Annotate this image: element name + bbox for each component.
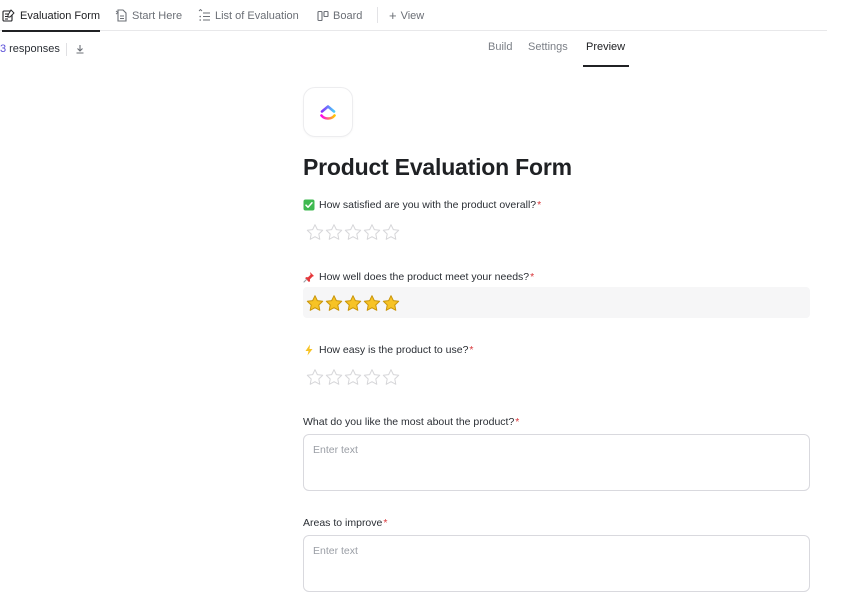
tab-label: Board xyxy=(333,9,363,22)
tab-label: Start Here xyxy=(132,9,183,22)
tab-build[interactable]: Build xyxy=(488,41,512,53)
question-text: How easy is the product to use? xyxy=(319,344,469,356)
board-icon xyxy=(317,10,329,22)
question-text: How well does the product meet your need… xyxy=(319,271,530,283)
star-empty-icon[interactable] xyxy=(382,368,400,386)
tab-settings[interactable]: Settings xyxy=(528,41,568,53)
rating-ease-of-use[interactable] xyxy=(303,361,810,392)
question-label: How well does the product meet your need… xyxy=(303,271,534,283)
plus-icon: + xyxy=(389,8,397,23)
question-text: What do you like the most about the prod… xyxy=(303,416,515,428)
active-tab-indicator xyxy=(583,65,629,67)
star-empty-icon[interactable] xyxy=(306,368,324,386)
star-filled-icon[interactable] xyxy=(344,294,362,312)
star-empty-icon[interactable] xyxy=(344,368,362,386)
form-title: Product Evaluation Form xyxy=(303,154,572,180)
add-view-label: View xyxy=(400,9,425,22)
star-filled-icon[interactable] xyxy=(363,294,381,312)
star-filled-icon[interactable] xyxy=(306,294,324,312)
question-label: Areas to improve * xyxy=(303,517,387,529)
lightning-emoji-icon xyxy=(303,344,315,356)
star-empty-icon[interactable] xyxy=(382,223,400,241)
tab-list-of-evaluation[interactable]: List of Evaluation xyxy=(198,0,299,31)
rating-overall-satisfaction[interactable] xyxy=(303,216,810,247)
star-empty-icon[interactable] xyxy=(306,223,324,241)
check-emoji-icon xyxy=(303,199,315,211)
like-most-input[interactable] xyxy=(303,434,810,491)
question-text: Areas to improve xyxy=(303,517,383,529)
clickup-logo-icon xyxy=(320,105,336,120)
list-icon xyxy=(198,9,211,22)
star-empty-icon[interactable] xyxy=(363,368,381,386)
tab-label: List of Evaluation xyxy=(215,9,299,22)
star-empty-icon[interactable] xyxy=(325,223,343,241)
form-icon xyxy=(2,9,16,22)
question-label: How satisfied are you with the product o… xyxy=(303,199,541,211)
required-mark: * xyxy=(515,416,520,428)
doc-icon xyxy=(115,9,128,22)
responses-divider xyxy=(65,42,67,56)
star-empty-icon[interactable] xyxy=(363,223,381,241)
responses-summary: 3 responses xyxy=(0,40,87,58)
responses-label: responses xyxy=(9,43,60,55)
question-label: What do you like the most about the prod… xyxy=(303,416,519,428)
tabs-divider xyxy=(377,7,378,23)
tab-evaluation-form[interactable]: Evaluation Form xyxy=(2,0,101,32)
view-tabs-bar: Evaluation Form Start Here List of Evalu… xyxy=(0,0,827,32)
star-filled-icon[interactable] xyxy=(325,294,343,312)
required-mark: * xyxy=(530,271,535,283)
question-text: How satisfied are you with the product o… xyxy=(319,199,537,211)
star-empty-icon[interactable] xyxy=(325,368,343,386)
pin-emoji-icon xyxy=(303,271,315,283)
tab-label: Evaluation Form xyxy=(20,9,101,22)
download-icon xyxy=(76,45,84,54)
required-mark: * xyxy=(537,199,542,211)
responses-count[interactable]: 3 xyxy=(0,43,6,55)
tab-preview[interactable]: Preview xyxy=(586,41,625,53)
add-view-button[interactable]: + View xyxy=(389,0,424,31)
star-filled-icon[interactable] xyxy=(382,294,400,312)
required-mark: * xyxy=(383,517,388,529)
download-button[interactable] xyxy=(73,42,87,56)
form-logo xyxy=(303,87,353,137)
tab-board[interactable]: Board xyxy=(317,0,362,31)
areas-to-improve-input[interactable] xyxy=(303,535,810,592)
rating-meets-needs[interactable] xyxy=(303,287,810,318)
required-mark: * xyxy=(469,344,474,356)
tab-start-here[interactable]: Start Here xyxy=(115,0,182,31)
star-empty-icon[interactable] xyxy=(344,223,362,241)
question-label: How easy is the product to use? * xyxy=(303,344,474,356)
